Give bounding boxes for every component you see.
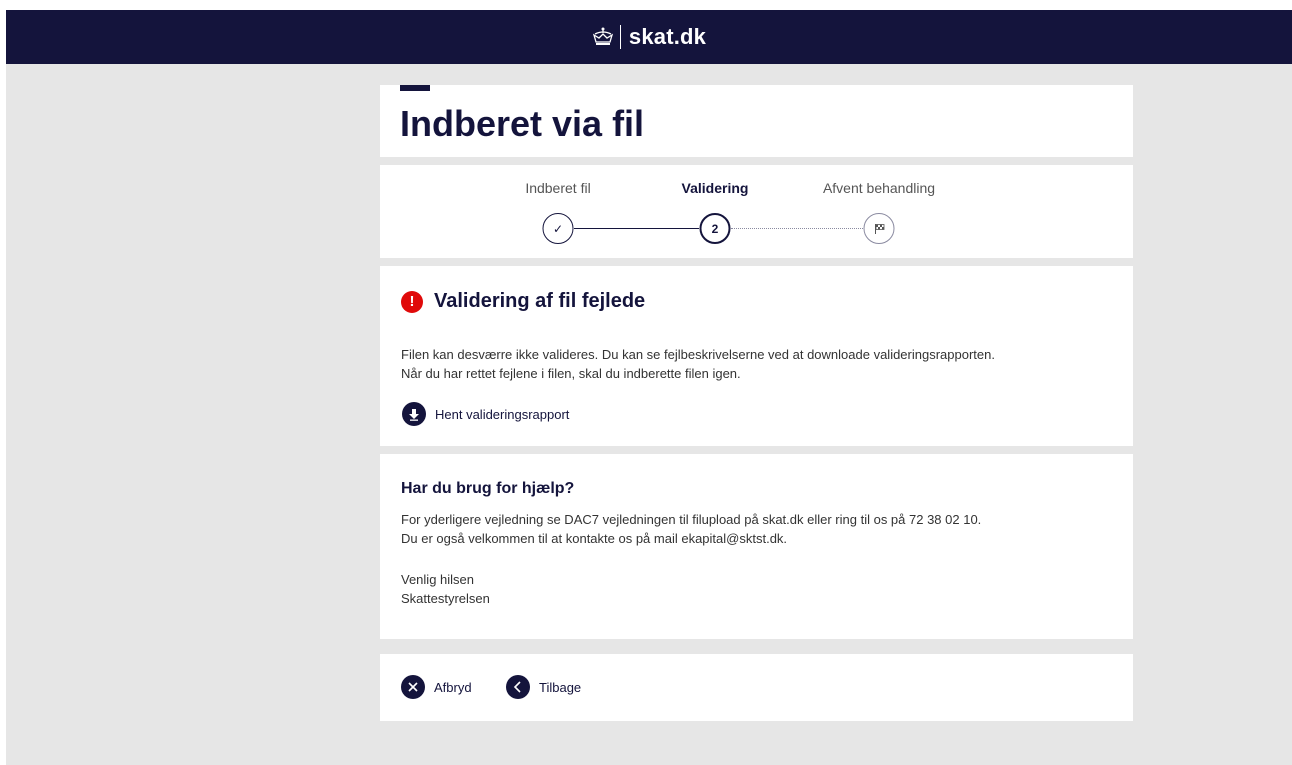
signature-block: Venlig hilsen Skattestyrelsen <box>401 570 490 608</box>
error-description-line: Når du har rettet fejlene i filen, skal … <box>401 366 741 381</box>
checkmark-icon: ✓ <box>552 221 564 236</box>
signature: Skattestyrelsen <box>401 591 490 606</box>
help-line: For yderligere vejledning se DAC7 vejled… <box>401 512 982 527</box>
step-circle-active: 2 <box>699 213 731 244</box>
help-card: Har du brug for hjælp? For yderligere ve… <box>380 454 1133 639</box>
checkered-flag-icon <box>874 223 884 234</box>
error-title: Validering af fil fejlede <box>434 290 646 312</box>
chevron-left-icon <box>506 675 530 699</box>
actions-card: Afbryd Tilbage <box>380 654 1133 721</box>
help-title: Har du brug for hjælp? <box>401 480 575 497</box>
error-heading: ! Validering af fil fejlede <box>401 290 645 313</box>
back-label: Tilbage <box>539 679 582 695</box>
step-connector-pending <box>731 228 863 229</box>
cancel-label: Afbryd <box>434 679 472 695</box>
help-description: For yderligere vejledning se DAC7 vejled… <box>401 510 981 548</box>
step-label-validering: Validering <box>681 180 749 196</box>
greeting: Venlig hilsen <box>401 572 474 587</box>
help-line: Du er også velkommen til at kontakte os … <box>401 531 788 546</box>
error-description: Filen kan desværre ikke valideres. Du ka… <box>401 345 995 383</box>
step-label-afvent-behandling: Afvent behandling <box>822 180 936 196</box>
page-title: Indberet via fil <box>400 103 645 144</box>
step-circle-pending <box>863 213 895 244</box>
validation-error-card: ! Validering af fil fejlede Filen kan de… <box>380 266 1133 446</box>
close-icon <box>401 675 425 699</box>
step-circle-done: ✓ <box>542 213 574 244</box>
logo-divider <box>619 25 621 49</box>
error-description-line: Filen kan desværre ikke valideres. Du ka… <box>401 347 995 362</box>
cancel-button[interactable]: Afbryd <box>401 675 472 699</box>
alert-icon: ! <box>401 290 423 313</box>
title-accent-bar <box>400 85 430 91</box>
download-report-link[interactable]: Hent valideringsrapport <box>402 402 569 426</box>
step-connector-done <box>574 228 699 229</box>
step-label-indberet-fil: Indberet fil <box>525 180 591 196</box>
download-report-label: Hent valideringsrapport <box>435 406 570 422</box>
step-number: 2 <box>711 221 719 236</box>
progress-stepper: Indberet fil Validering Afvent behandlin… <box>380 165 1133 258</box>
back-button[interactable]: Tilbage <box>506 675 581 699</box>
logo-text: skat.dk <box>628 24 707 49</box>
skat-logo[interactable]: skat.dk <box>592 24 706 50</box>
download-icon <box>402 402 426 426</box>
crown-icon <box>592 27 613 45</box>
page-frame: skat.dk Indberet via fil Indberet fil Va… <box>6 10 1292 765</box>
site-header: skat.dk <box>6 10 1292 64</box>
title-card: Indberet via fil <box>380 85 1133 157</box>
